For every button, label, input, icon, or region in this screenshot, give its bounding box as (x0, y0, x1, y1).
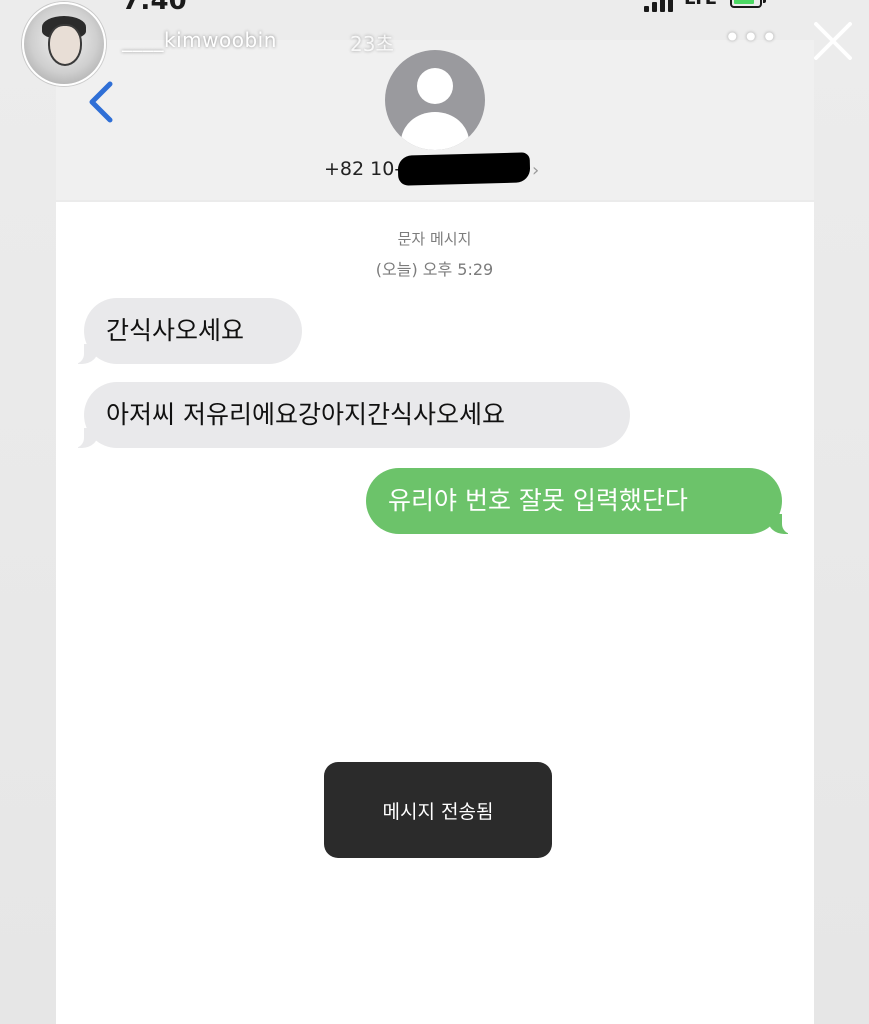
incoming-message-bubble[interactable]: 아저씨 저유리에요강아지간식사오세요 (72, 382, 630, 448)
battery-icon (730, 0, 766, 8)
chevron-right-icon[interactable]: › (532, 160, 539, 181)
message-text: 아저씨 저유리에요강아지간식사오세요 (106, 400, 505, 429)
message-timestamp: (오늘) 오후 5:29 (375, 260, 494, 279)
redaction-mark (397, 152, 531, 186)
message-text: 유리야 번호 잘못 입력했단다 (388, 486, 688, 515)
contact-number[interactable]: +82 10- (324, 158, 401, 180)
network-label: LTE (684, 0, 717, 9)
more-dots-icon[interactable]: ••• (724, 24, 780, 52)
story-screen: +82 10- › 문자 메시지 (오늘) 오후 5:29 간식사오세요 아저씨… (0, 0, 869, 1024)
toast-text: 메시지 전송됨 (382, 800, 494, 823)
story-time-ago: 23초 (350, 32, 394, 56)
status-clock: 7:40 (122, 0, 187, 16)
incoming-message-bubble[interactable]: 간식사오세요 (72, 298, 302, 364)
outgoing-message-bubble[interactable]: 유리야 번호 잘못 입력했단다 (366, 468, 794, 534)
story-header: 7:40 ____kimwoobin 23초 LTE ••• (0, 0, 869, 90)
close-icon[interactable] (808, 16, 858, 66)
signal-icon (644, 0, 673, 12)
story-avatar[interactable] (22, 2, 106, 86)
message-type-label: 문자 메시지 (397, 230, 472, 248)
message-text: 간식사오세요 (106, 316, 245, 345)
message-sent-toast: 메시지 전송됨 (324, 762, 552, 858)
story-username[interactable]: ____kimwoobin (122, 28, 277, 52)
